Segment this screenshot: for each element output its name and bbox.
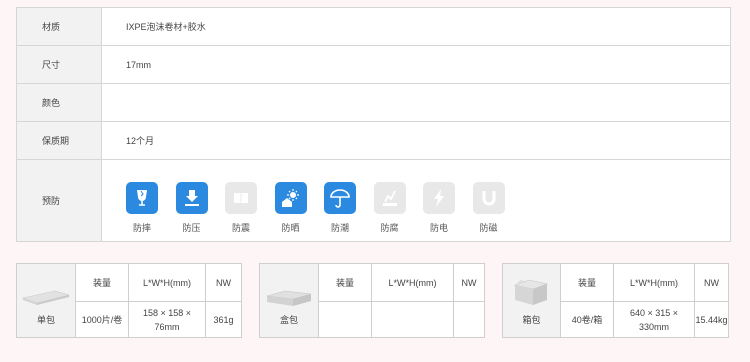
package-name: 箱包 — [522, 315, 541, 325]
color-value — [102, 84, 730, 121]
protect-label: 防震 — [231, 223, 250, 233]
qty-value: 1000片/卷 — [81, 314, 123, 325]
foam-sheet-icon — [21, 290, 71, 305]
dimensions-column: L*W*H(mm) 640 × 315 × 330mm — [614, 264, 695, 337]
qty-header: 装量 — [319, 264, 371, 302]
magnet-icon — [472, 182, 505, 214]
protect-label: 防潮 — [330, 223, 349, 233]
protect-label: 防电 — [429, 223, 448, 233]
lightning-icon — [423, 182, 455, 214]
package-name: 单包 — [36, 315, 55, 325]
nw-value: 361g — [213, 314, 234, 325]
protect-moisture: 防潮 — [324, 182, 374, 234]
protect-shock: 防震 — [225, 182, 275, 234]
umbrella-icon — [324, 182, 356, 214]
row-size: 尺寸 17mm — [17, 46, 730, 84]
qty-column: 装量 — [319, 264, 372, 337]
dimensions-value: 158 × 158 × 76mm — [142, 307, 192, 332]
qty-value: 40卷/箱 — [571, 314, 603, 325]
shelf-life-value: 12个月 — [126, 136, 155, 146]
row-shelf-life: 保质期 12个月 — [17, 122, 730, 160]
row-color: 颜色 — [17, 84, 730, 122]
nw-header: NW — [454, 264, 484, 302]
fragile-glass-icon — [126, 182, 158, 214]
package-table-box: 盒包 装量 L*W*H(mm) NW — [259, 263, 485, 338]
package-table-carton: 箱包 装量 40卷/箱 L*W*H(mm) 640 × 315 × 330mm … — [502, 263, 729, 338]
protection-icons: 防摔 防压 防震 防晒 防潮 防腐 防电 防磁 — [102, 160, 730, 241]
package-table-single: 单包 装量 1000片/卷 L*W*H(mm) 158 × 158 × 76mm… — [16, 263, 242, 338]
nw-value — [454, 302, 484, 337]
size-value: 17mm — [126, 59, 152, 70]
dimensions-value — [372, 302, 453, 337]
spec-table: 材质 IXPE泡沫卷材+胶水 尺寸 17mm 颜色 保质期 12个月 预防 防摔… — [16, 7, 731, 242]
protect-label: 防腐 — [380, 223, 399, 233]
row-protection: 预防 防摔 防压 防震 防晒 防潮 防腐 防电 防磁 — [17, 160, 730, 241]
protect-pressure: 防压 — [175, 182, 226, 234]
dimensions-column: L*W*H(mm) 158 × 158 × 76mm — [129, 264, 206, 337]
package-image-cell: 盒包 — [260, 264, 319, 337]
nw-header: NW — [206, 264, 241, 302]
protect-sun: 防晒 — [274, 182, 325, 234]
qty-value — [319, 302, 371, 337]
row-material: 材质 IXPE泡沫卷材+胶水 — [17, 8, 730, 46]
protect-label: 防晒 — [281, 223, 300, 233]
size-label: 尺寸 — [17, 46, 102, 83]
dimensions-column: L*W*H(mm) — [372, 264, 454, 337]
protect-label: 防摔 — [132, 223, 151, 233]
package-name: 盒包 — [279, 315, 298, 325]
sun-icon — [274, 182, 307, 214]
dimensions-header: L*W*H(mm) — [614, 264, 694, 302]
shelf-life-label: 保质期 — [17, 122, 102, 159]
qty-header: 装量 — [76, 264, 128, 302]
material-label: 材质 — [17, 8, 102, 45]
nw-value: 15.44kg — [695, 314, 728, 325]
protection-label: 预防 — [17, 160, 102, 241]
corrosion-icon — [373, 182, 406, 214]
nw-column: NW 15.44kg — [695, 264, 728, 337]
qty-header: 装量 — [561, 264, 613, 302]
protect-fragile: 防摔 — [126, 182, 176, 234]
qty-column: 装量 1000片/卷 — [76, 264, 129, 337]
nw-header: NW — [695, 264, 728, 302]
protect-label: 防压 — [182, 223, 201, 233]
shock-icon — [225, 182, 257, 214]
carton-icon — [513, 279, 549, 305]
package-image-cell: 单包 — [17, 264, 76, 337]
nw-column: NW 361g — [206, 264, 241, 337]
color-label: 颜色 — [17, 84, 102, 121]
dimensions-header: L*W*H(mm) — [129, 264, 205, 302]
dimensions-header: L*W*H(mm) — [372, 264, 453, 302]
nw-column: NW — [454, 264, 484, 337]
qty-column: 装量 40卷/箱 — [561, 264, 614, 337]
protect-corrosion: 防腐 — [373, 182, 424, 234]
pressure-icon — [175, 182, 208, 214]
protect-magnetic: 防磁 — [472, 182, 523, 234]
dimensions-value: 640 × 315 × 330mm — [629, 307, 679, 332]
box-icon — [266, 290, 312, 306]
protect-label: 防磁 — [479, 223, 498, 233]
package-image-cell: 箱包 — [503, 264, 561, 337]
material-value: IXPE泡沫卷材+胶水 — [126, 22, 206, 32]
protect-electric: 防电 — [423, 182, 473, 234]
